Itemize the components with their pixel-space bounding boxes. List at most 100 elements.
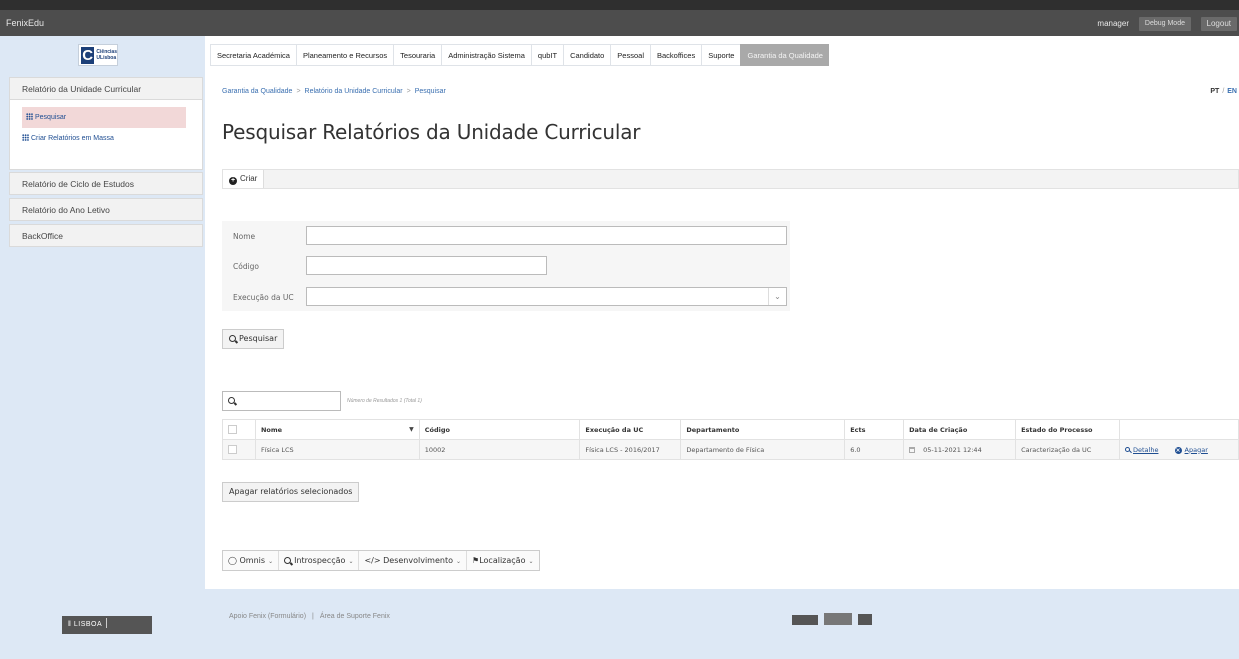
- cell-nome: Física LCS: [254, 439, 420, 460]
- form-row-nome: Nome: [222, 222, 790, 250]
- nav-administracao[interactable]: Administração Sistema: [441, 44, 531, 66]
- cell-actions: Detalhe × Apagar: [1119, 439, 1239, 460]
- omnis-menu[interactable]: ◯ Omnis ⌄: [223, 551, 280, 570]
- criar-button[interactable]: + Criar: [223, 170, 265, 188]
- breadcrumb: Garantia da Qualidade > Relatório da Unida…: [222, 88, 446, 95]
- ulisboa-text: LISBOA: [73, 621, 103, 628]
- results-table: Nome ▼ Código Execução da UC Departamento…: [222, 419, 1239, 460]
- nome-input[interactable]: [306, 226, 787, 245]
- table-row: Física LCS 10002 Física LCS - 2016/2017 …: [222, 439, 1239, 460]
- code-icon: </>: [364, 556, 381, 565]
- col-header-data[interactable]: Data de Criação: [903, 419, 1017, 440]
- breadcrumb-separator: >: [406, 88, 411, 95]
- apagar-link[interactable]: × Apagar: [1174, 445, 1208, 454]
- cell-execucao: Física LCS - 2016/2017: [579, 439, 682, 460]
- introspeccao-menu[interactable]: Introspecção ⌄: [279, 551, 360, 570]
- footer: [0, 589, 1239, 659]
- footer-separator: |: [312, 613, 314, 620]
- lang-pt[interactable]: PT: [1210, 88, 1219, 95]
- sort-desc-icon[interactable]: ▼: [409, 426, 414, 433]
- nav-tesouraria[interactable]: Tesouraria: [393, 44, 442, 66]
- chevron-down-icon[interactable]: ⌄: [768, 288, 786, 305]
- apoio-fenix-link[interactable]: Apoio Fenix (Formulário): [229, 613, 306, 620]
- sidebar-section-ano-letivo[interactable]: Relatório do Ano Letivo: [9, 198, 203, 221]
- nav-secretaria[interactable]: Secretaria Académica: [210, 44, 296, 66]
- lang-en[interactable]: EN: [1227, 88, 1237, 95]
- col-header-estado[interactable]: Estado do Processo: [1015, 419, 1120, 440]
- codigo-label: Código: [233, 262, 260, 271]
- pesquisar-button[interactable]: Pesquisar: [222, 329, 285, 349]
- sidebar-section-backoffice[interactable]: BackOffice: [9, 224, 203, 247]
- sidebar-section-uc[interactable]: Relatório da Unidade Curricular: [9, 77, 203, 100]
- nav-pessoal[interactable]: Pessoal: [610, 44, 650, 66]
- action-bar: + Criar: [222, 169, 1239, 189]
- nome-label: Nome: [233, 232, 256, 241]
- suporte-fenix-link[interactable]: Área de Suporte Fenix: [320, 613, 390, 620]
- lang-separator: /: [1222, 88, 1225, 95]
- eu-badge: [858, 614, 872, 625]
- search-icon: [229, 335, 236, 342]
- logo-line-2: ULisboa: [96, 55, 117, 61]
- sidebar-item-criar-massa[interactable]: Criar Relatórios em Massa: [22, 128, 114, 149]
- search-form: Nome Código Execução da UC ⌄: [222, 221, 790, 311]
- debug-mode-button[interactable]: Debug Mode: [1138, 17, 1191, 31]
- col-header-nome[interactable]: Nome ▼: [254, 419, 420, 440]
- select-all-checkbox[interactable]: [228, 425, 237, 434]
- search-icon: [1125, 446, 1130, 452]
- institution-logo[interactable]: C Ciências ULisboa: [78, 44, 118, 66]
- sidebar-item-label: Criar Relatórios em Massa: [31, 135, 114, 142]
- nav-suporte[interactable]: Suporte: [701, 44, 741, 66]
- col-header-label: Nome: [260, 425, 283, 434]
- cell-ects: 6.0: [844, 439, 905, 460]
- results-filter-input[interactable]: [222, 391, 341, 411]
- breadcrumb-item[interactable]: Pesquisar: [415, 88, 446, 95]
- execucao-label: Execução da UC: [233, 293, 294, 302]
- compete-badge: [792, 615, 818, 625]
- close-icon: ×: [1174, 446, 1182, 454]
- chevron-down-icon: ⌄: [456, 558, 462, 565]
- breadcrumb-item[interactable]: Garantia da Qualidade: [222, 88, 292, 95]
- nav-backoffices[interactable]: Backoffices: [649, 44, 702, 66]
- col-header-codigo[interactable]: Código: [418, 419, 581, 440]
- execucao-select[interactable]: ⌄: [306, 287, 787, 306]
- detalhe-link[interactable]: Detalhe: [1125, 446, 1158, 454]
- nav-candidato[interactable]: Candidato: [563, 44, 611, 66]
- logout-button[interactable]: Logout: [1200, 17, 1237, 31]
- breadcrumb-item[interactable]: Relatório da Unidade Curricular: [305, 88, 403, 95]
- form-row-codigo: Código: [222, 252, 790, 280]
- search-icon: [228, 397, 235, 404]
- detalhe-label: Detalhe: [1133, 445, 1159, 454]
- breadcrumb-separator: >: [296, 88, 301, 95]
- col-header-execucao[interactable]: Execução da UC: [579, 419, 682, 440]
- chevron-down-icon: ⌄: [268, 558, 274, 565]
- delete-selected-button[interactable]: Apagar relatórios selecionados: [222, 482, 360, 502]
- user-name[interactable]: manager: [1097, 19, 1129, 28]
- ulisboa-logo[interactable]: ‖ LISBOA: [62, 616, 152, 634]
- cell-estado: Caracterização da UC: [1015, 439, 1120, 460]
- grid-icon: [22, 134, 29, 141]
- main-nav: Secretaria Académica Planeamento e Recur…: [210, 44, 829, 66]
- col-header-ects[interactable]: Ects: [844, 419, 905, 440]
- sidebar-item-pesquisar[interactable]: Pesquisar: [22, 107, 186, 128]
- sidebar-section-ciclo[interactable]: Relatório de Ciclo de Estudos: [9, 172, 203, 195]
- grid-icon: [26, 113, 33, 120]
- page-title: Pesquisar Relatórios da Unidade Curricul…: [222, 120, 641, 144]
- app-brand[interactable]: FenixEdu: [6, 18, 44, 28]
- form-row-execucao: Execução da UC ⌄: [222, 283, 790, 311]
- nav-qubit[interactable]: qubIT: [530, 44, 564, 66]
- nav-garantia-qualidade[interactable]: Garantia da Qualidade: [740, 44, 829, 66]
- table-header-row: Nome ▼ Código Execução da UC Departamento…: [222, 419, 1239, 440]
- desenvolvimento-label: Desenvolvimento: [383, 556, 453, 565]
- localizacao-menu[interactable]: ⚑Localização ⌄: [467, 551, 538, 570]
- omnis-label: Omnis: [239, 556, 266, 565]
- desenvolvimento-menu[interactable]: </> Desenvolvimento ⌄: [359, 551, 468, 570]
- logo-letter: C: [81, 46, 95, 64]
- select-all-cell: [222, 419, 256, 440]
- ulisboa-mark: ‖: [68, 621, 72, 628]
- row-checkbox[interactable]: [228, 445, 237, 454]
- col-header-departamento[interactable]: Departamento: [680, 419, 846, 440]
- nav-planeamento[interactable]: Planeamento e Recursos: [295, 44, 394, 66]
- apagar-label: Apagar: [1184, 445, 1208, 454]
- calendar-icon: [909, 446, 916, 453]
- codigo-input[interactable]: [306, 256, 547, 275]
